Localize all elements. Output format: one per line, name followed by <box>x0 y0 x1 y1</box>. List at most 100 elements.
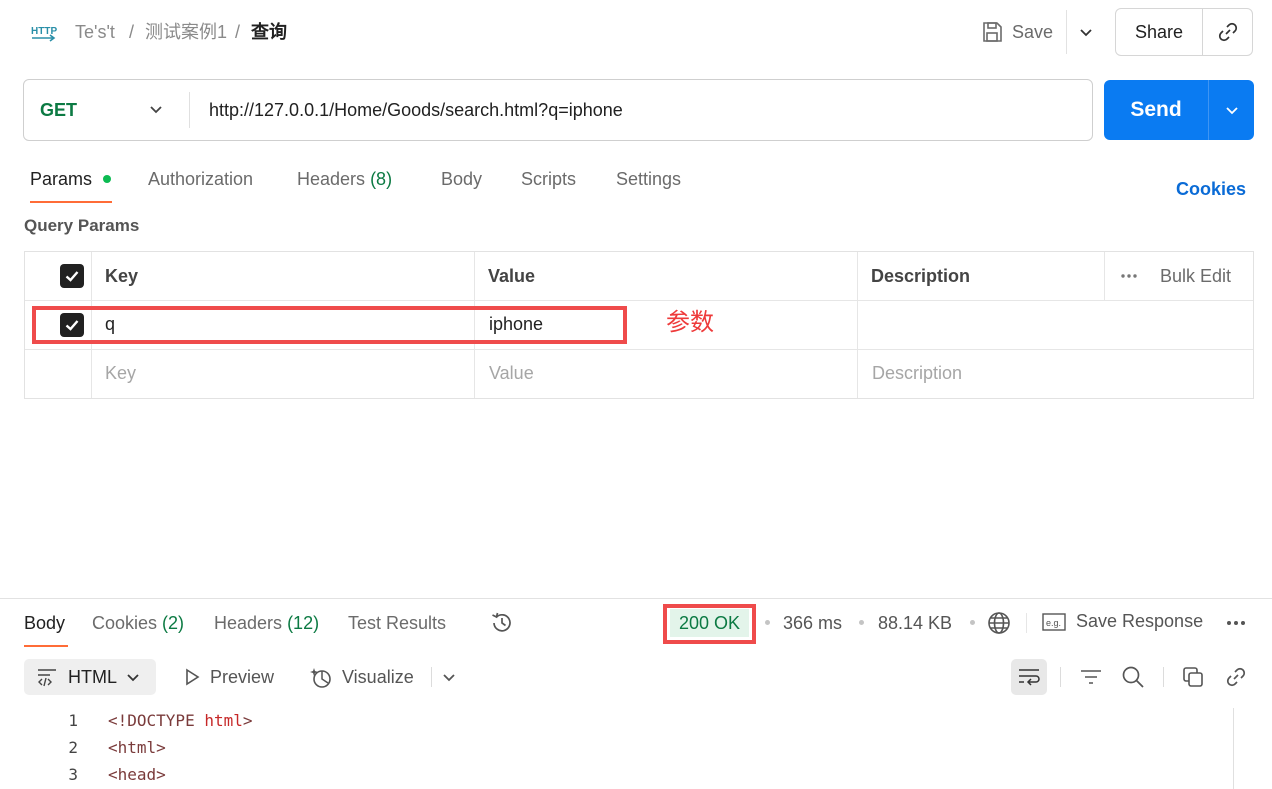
chevron-down-icon <box>127 674 139 682</box>
line-number: 1 <box>68 711 78 730</box>
format-label: HTML <box>68 666 117 687</box>
save-icon <box>983 22 1002 42</box>
more-options-icon[interactable] <box>1120 270 1138 282</box>
svg-text:e.g.: e.g. <box>1046 618 1061 628</box>
visualize-button[interactable]: Visualize <box>310 665 414 689</box>
code-keyword: html <box>204 711 243 730</box>
breadcrumb-separator: / <box>235 22 241 42</box>
play-icon <box>186 668 200 686</box>
col-divider <box>1104 252 1105 300</box>
code-format-icon <box>38 669 56 687</box>
panel-divider[interactable] <box>0 598 1272 599</box>
row-divider <box>25 300 1253 301</box>
line-number: 3 <box>68 765 78 784</box>
preview-label: Preview <box>210 667 275 687</box>
tab-params[interactable]: Params <box>30 167 92 191</box>
code-line[interactable]: <html> <box>108 738 166 757</box>
line-number: 2 <box>68 738 78 757</box>
response-tab-headers[interactable]: Headers (12) <box>214 611 319 635</box>
response-tab-test-results[interactable]: Test Results <box>348 611 446 635</box>
column-header-key: Key <box>105 266 139 286</box>
tab-scripts[interactable]: Scripts <box>521 167 576 191</box>
send-button[interactable]: Send <box>1104 80 1208 140</box>
tab-authorization[interactable]: Authorization <box>148 167 253 191</box>
column-header-value: Value <box>488 266 536 286</box>
active-tab-underline <box>24 645 68 647</box>
tab-settings[interactable]: Settings <box>616 167 681 191</box>
tab-headers-count: (12) <box>287 613 320 633</box>
tab-body[interactable]: Body <box>441 167 482 191</box>
code-scrollbar[interactable] <box>1233 708 1234 789</box>
meta-separator <box>859 620 864 625</box>
bulk-edit-button[interactable]: Bulk Edit <box>1160 266 1231 287</box>
new-description-input[interactable]: Description <box>872 363 962 384</box>
chevron-down-icon[interactable] <box>441 669 457 685</box>
globe-icon[interactable] <box>986 610 1012 636</box>
history-icon[interactable] <box>489 610 515 636</box>
col-divider <box>857 252 858 398</box>
filter-icon <box>1081 670 1101 684</box>
save-response-label: Save Response <box>1076 611 1204 631</box>
url-input[interactable] <box>195 82 1085 138</box>
row-divider <box>25 349 1253 350</box>
tab-cookies-label: Cookies <box>92 613 158 633</box>
search-icon <box>1122 666 1144 688</box>
chevron-down-icon[interactable] <box>146 100 166 120</box>
response-tab-cookies[interactable]: Cookies (2) <box>92 611 184 635</box>
copy-link-button[interactable] <box>1203 9 1252 55</box>
tab-headers-label: Headers <box>297 169 366 189</box>
preview-button[interactable]: Preview <box>182 665 274 689</box>
visualize-icon <box>310 668 331 688</box>
new-value-input[interactable]: Value <box>489 363 534 384</box>
status-badge[interactable]: 200 OK <box>670 609 749 637</box>
chevron-down-icon <box>1080 29 1092 37</box>
save-response-button[interactable]: e.g. Save Response <box>1042 611 1203 632</box>
wrap-lines-button[interactable] <box>1011 659 1047 695</box>
code-text: > <box>242 711 253 730</box>
copy-icon <box>1183 667 1203 687</box>
new-key-input[interactable]: Key <box>105 363 136 384</box>
column-header-description: Description <box>871 266 971 286</box>
share-button[interactable]: Share <box>1116 9 1202 55</box>
tab-headers[interactable]: Headers (8) <box>297 167 392 191</box>
format-select[interactable]: HTML <box>24 659 156 695</box>
http-request-icon: HTTP <box>31 26 57 42</box>
response-tab-body[interactable]: Body <box>24 611 65 635</box>
wrap-lines-icon <box>1019 669 1040 686</box>
breadcrumb-workspace[interactable]: Te's't <box>75 20 115 44</box>
divider <box>1060 667 1061 687</box>
meta-separator <box>970 620 975 625</box>
filter-button[interactable] <box>1078 664 1104 690</box>
checkmark-icon <box>65 271 79 282</box>
divider <box>1163 667 1164 687</box>
save-button[interactable]: Save <box>978 10 1066 54</box>
chevron-down-icon <box>1225 107 1238 115</box>
annotation-label: 参数 <box>666 308 714 336</box>
meta-separator <box>765 620 770 625</box>
divider <box>189 92 190 128</box>
tab-headers-count: (8) <box>370 169 393 189</box>
select-all-checkbox[interactable] <box>60 264 84 288</box>
breadcrumb-separator: / <box>129 22 135 42</box>
more-options-icon[interactable] <box>1225 617 1247 629</box>
code-line[interactable]: <head> <box>108 765 166 784</box>
search-button[interactable] <box>1120 664 1146 690</box>
cookies-link[interactable]: Cookies <box>1176 179 1246 200</box>
save-options-button[interactable] <box>1068 10 1104 54</box>
copy-button[interactable] <box>1180 664 1206 690</box>
code-line[interactable]: <!DOCTYPE html> <box>108 711 253 730</box>
section-title: Query Params <box>24 216 140 235</box>
code-text: <!DOCTYPE <box>108 711 205 730</box>
annotation-highlight-box <box>32 306 627 344</box>
active-tab-underline <box>30 201 112 203</box>
visualize-label: Visualize <box>342 667 414 687</box>
send-options-button[interactable] <box>1209 80 1254 140</box>
copy-link-button[interactable] <box>1223 664 1249 690</box>
response-size[interactable]: 88.14 KB <box>878 611 952 635</box>
divider <box>1026 613 1027 633</box>
breadcrumb-collection[interactable]: 测试案例1 <box>145 20 227 44</box>
breadcrumb-request[interactable]: 查询 <box>251 20 287 44</box>
response-time[interactable]: 366 ms <box>783 611 842 635</box>
tab-headers-label: Headers <box>214 613 283 633</box>
tab-cookies-count: (2) <box>162 613 185 633</box>
